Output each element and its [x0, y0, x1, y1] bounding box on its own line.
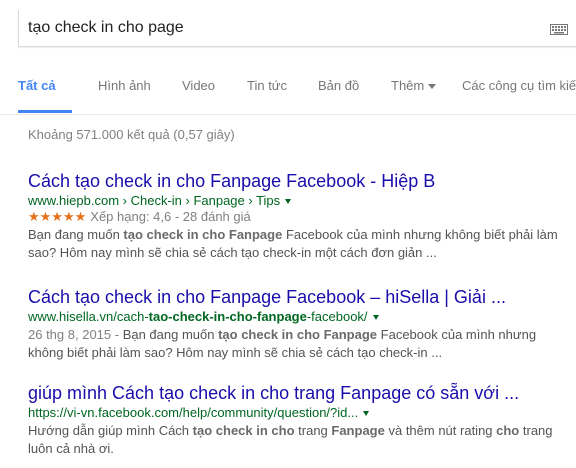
tab-images[interactable]: Hình ảnh [98, 78, 151, 93]
search-box[interactable]: tạo check in cho page [18, 10, 576, 47]
url-dropdown-arrow-icon[interactable] [285, 199, 292, 205]
snippet-highlight: Fanpage [331, 423, 385, 438]
search-result: Cách tạo check in cho Fanpage Facebook -… [28, 170, 576, 262]
tab-video[interactable]: Video [182, 78, 215, 93]
snippet-text: trang [294, 423, 332, 438]
result-url: www.hisella.vn/cach-tao-check-in-cho-fan… [28, 309, 576, 325]
search-result: Cách tạo check in cho Fanpage Facebook –… [28, 286, 576, 362]
result-url-highlight: tao-check-in-cho-fanpage [148, 309, 307, 324]
tab-all[interactable]: Tất cả [18, 78, 56, 93]
result-stats: Khoảng 571.000 kết quả (0,57 giây) [28, 127, 235, 142]
result-title-link[interactable]: giúp mình Cách tạo check in cho trang Fa… [28, 382, 576, 404]
rating-text: Xếp hạng: 4,6 - 28 đánh giá [90, 209, 251, 224]
result-url: www.hiepb.com › Check-in › Fanpage › Tip… [28, 193, 576, 209]
rating-stars-icon: ★★★★★ [28, 209, 87, 224]
snippet-highlight: tạo check in cho Fanpage [123, 227, 283, 242]
result-date: 26 thg 8, 2015 - [28, 327, 123, 342]
result-snippet: Bạn đang muốn tạo check in cho Fanpage F… [28, 226, 568, 262]
keyboard-icon[interactable] [550, 24, 568, 35]
tab-more[interactable]: Thêm [391, 78, 437, 93]
result-url-text: -facebook/ [306, 309, 368, 324]
snippet-text: và thêm nút rating [384, 423, 497, 438]
search-input[interactable]: tạo check in cho page [28, 19, 184, 37]
search-result: giúp mình Cách tạo check in cho trang Fa… [28, 382, 576, 458]
result-url: https://vi-vn.facebook.com/help/communit… [28, 405, 576, 421]
active-tab-indicator [18, 110, 72, 113]
url-dropdown-arrow-icon[interactable] [372, 315, 379, 321]
snippet-text: Bạn đang muốn [28, 227, 124, 242]
result-title-link[interactable]: Cách tạo check in cho Fanpage Facebook –… [28, 286, 576, 308]
result-url-text: www.hiepb.com › Check-in › Fanpage › Tip… [28, 193, 281, 208]
tab-more-label: Thêm [391, 78, 425, 93]
result-snippet: Hướng dẫn giúp mình Cách tạo check in ch… [28, 422, 568, 458]
result-url-text: https://vi-vn.facebook.com/help/communit… [28, 405, 359, 420]
search-tabs: Tất cả Hình ảnh Video Tin tức Bản đồ Thê… [0, 62, 576, 115]
snippet-text: Hướng dẫn giúp mình Cách [28, 423, 193, 438]
tab-search-tools[interactable]: Các công cụ tìm kiế [462, 78, 576, 93]
snippet-highlight: tạo check in cho Fanpage [218, 327, 378, 342]
result-url-text: www.hisella.vn/cach- [28, 309, 149, 324]
snippet-highlight: tạo check in cho [192, 423, 295, 438]
url-dropdown-arrow-icon[interactable] [363, 411, 370, 417]
tab-maps[interactable]: Bản đồ [318, 78, 359, 93]
chevron-down-icon [428, 84, 437, 90]
result-snippet: 26 thg 8, 2015 - Bạn đang muốn tạo check… [28, 326, 568, 362]
result-title-link[interactable]: Cách tạo check in cho Fanpage Facebook -… [28, 170, 576, 192]
snippet-text: Bạn đang muốn [122, 327, 219, 342]
result-rating: ★★★★★ Xếp hạng: 4,6 - 28 đánh giá [28, 209, 576, 225]
tab-news[interactable]: Tin tức [247, 78, 287, 93]
snippet-highlight: cho [496, 423, 520, 438]
